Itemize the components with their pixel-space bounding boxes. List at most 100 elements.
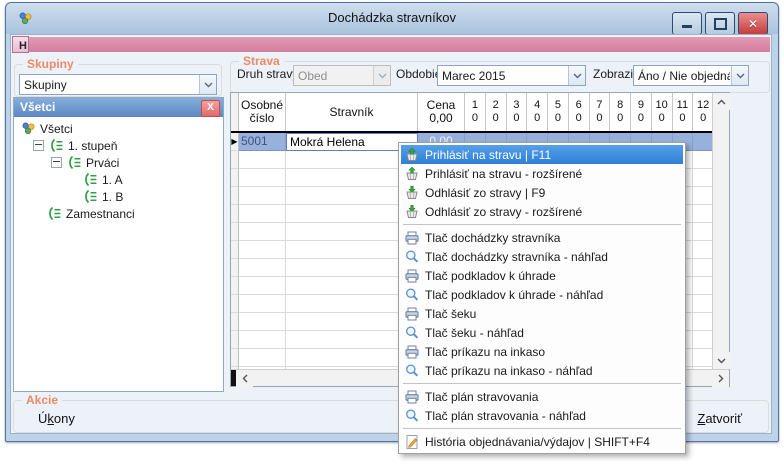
titlebar[interactable]: Dochádzka stravníkov ✕ — [6, 3, 778, 34]
group-icon — [83, 172, 98, 187]
printer-icon — [404, 344, 420, 360]
zobrazit-combo[interactable]: Áno / Nie objedná — [633, 65, 749, 86]
empty-cell[interactable] — [239, 169, 286, 187]
menu-item[interactable]: Tlač dochádzky stravníka - náhľad — [401, 247, 683, 266]
maximize-icon — [714, 18, 727, 30]
context-menu: Prihlásiť na stravu | F11 Prihlásiť na st… — [398, 142, 686, 454]
printer-icon — [404, 306, 420, 322]
menu-item[interactable]: Tlač podkladov k úhrade - náhľad — [401, 285, 683, 304]
column-header-osobne-cislo: Osobnéčíslo — [239, 93, 286, 131]
magnifier-icon — [404, 408, 420, 424]
tree-item-label: Všetci — [40, 122, 73, 136]
empty-cell[interactable] — [239, 241, 286, 259]
collapse-icon[interactable] — [33, 140, 44, 151]
empty-cell[interactable] — [693, 331, 714, 349]
magnifier-icon — [404, 363, 420, 379]
druh-stravy-combo[interactable]: Obed — [293, 65, 391, 86]
column-header-day-1: 10 — [465, 93, 486, 131]
empty-cell[interactable] — [239, 259, 286, 277]
tree-panel: Všetci X Všetci1. stupeňPrváci1. A1. BZa… — [13, 97, 224, 392]
chevron-down-icon[interactable] — [199, 75, 216, 94]
column-header-day-12: 120 — [693, 93, 714, 131]
scroll-up-icon[interactable] — [713, 93, 730, 110]
cell-osobne-cislo[interactable]: 5001 — [239, 133, 286, 151]
empty-cell[interactable] — [693, 295, 714, 313]
close-button[interactable]: ✕ — [738, 12, 768, 35]
tree-item-1-stupe[interactable]: 1. stupeň — [33, 137, 117, 154]
empty-cell[interactable] — [693, 277, 714, 295]
obdobie-label: Obdobie — [396, 67, 441, 81]
empty-cell[interactable] — [693, 313, 714, 331]
menu-item-label: Tlač šeku — [425, 307, 476, 321]
screen: Dochádzka stravníkov ✕ H Skupiny Skupiny — [0, 0, 784, 467]
chevron-down-icon[interactable] — [731, 66, 748, 85]
ukony-button[interactable]: Úkony — [38, 411, 75, 426]
empty-cell[interactable] — [239, 205, 286, 223]
menu-item[interactable]: Tlač dochádzky stravníka — [401, 228, 683, 247]
row-indicator — [231, 277, 239, 295]
menu-item-label: Tlač podkladov k úhrade — [425, 269, 556, 283]
empty-cell[interactable] — [693, 205, 714, 223]
h-toolbar-button[interactable]: H — [12, 36, 29, 53]
empty-cell[interactable] — [693, 349, 714, 367]
empty-cell[interactable] — [239, 223, 286, 241]
empty-cell[interactable] — [239, 331, 286, 349]
menu-item[interactable]: Tlač šeku - náhľad — [401, 323, 683, 342]
empty-cell[interactable] — [693, 187, 714, 205]
scroll-down-icon[interactable] — [713, 352, 730, 369]
empty-cell[interactable] — [693, 151, 714, 169]
tree-item-v-etci[interactable]: Všetci — [21, 120, 73, 137]
row-indicator — [231, 349, 239, 367]
printer-icon — [404, 268, 420, 284]
tree-item-zamestnanci[interactable]: Zamestnanci — [47, 205, 135, 222]
empty-cell[interactable] — [239, 349, 286, 367]
groups-combo-value: Skupiny — [24, 78, 198, 92]
header-separator — [231, 131, 714, 133]
menu-item[interactable]: Tlač príkazu na inkaso — [401, 342, 683, 361]
minimize-button[interactable] — [672, 12, 702, 35]
zatvorit-button[interactable]: Zatvoriť — [697, 411, 742, 426]
empty-cell[interactable] — [693, 169, 714, 187]
menu-item-label: Prihlásiť na stravu | F11 — [425, 148, 551, 162]
empty-cell[interactable] — [239, 151, 286, 169]
menu-item[interactable]: Tlač podkladov k úhrade — [401, 266, 683, 285]
empty-cell[interactable] — [693, 223, 714, 241]
scroll-right-icon[interactable] — [712, 370, 729, 387]
basket-out-icon — [404, 185, 420, 201]
menu-item[interactable]: Tlač príkazu na inkaso - náhľad — [401, 361, 683, 380]
zobrazit-label: Zobraziť — [593, 67, 638, 81]
vertical-scrollbar[interactable] — [712, 93, 729, 369]
row-indicator — [231, 295, 239, 313]
empty-cell[interactable] — [693, 259, 714, 277]
scroll-left-icon[interactable] — [236, 370, 253, 387]
groups-combo[interactable]: Skupiny — [19, 74, 217, 95]
menu-item[interactable]: Tlač plán stravovania — [401, 387, 683, 406]
grid-corner — [231, 93, 239, 131]
chevron-down-icon[interactable] — [373, 66, 390, 85]
row-indicator — [231, 205, 239, 223]
menu-item-label: Tlač šeku - náhľad — [425, 326, 524, 340]
menu-item[interactable]: História objednávania/výdajov | SHIFT+F4 — [401, 432, 683, 451]
menu-item[interactable]: Prihlásiť na stravu - rozšírené — [401, 164, 683, 183]
tree-item-1-b[interactable]: 1. B — [83, 188, 123, 205]
tree-item-1-a[interactable]: 1. A — [83, 171, 123, 188]
cell-day[interactable] — [693, 133, 714, 151]
empty-cell[interactable] — [239, 313, 286, 331]
menu-item[interactable]: Tlač plán stravovania - náhľad — [401, 406, 683, 425]
empty-cell[interactable] — [239, 187, 286, 205]
empty-cell[interactable] — [239, 277, 286, 295]
collapse-icon[interactable] — [51, 157, 62, 168]
row-indicator — [231, 187, 239, 205]
maximize-button[interactable] — [705, 12, 735, 35]
menu-item[interactable]: Tlač šeku — [401, 304, 683, 323]
obdobie-combo[interactable]: Marec 2015 — [437, 65, 586, 86]
close-panel-icon[interactable]: X — [201, 100, 220, 117]
chevron-down-icon[interactable] — [568, 66, 585, 85]
menu-item[interactable]: Prihlásiť na stravu | F11 — [401, 145, 683, 164]
empty-cell[interactable] — [239, 295, 286, 313]
tree-item-prv-ci[interactable]: Prváci — [51, 154, 119, 171]
empty-cell[interactable] — [693, 241, 714, 259]
menu-item[interactable]: Odhlásiť zo stravy - rozšírené — [401, 202, 683, 221]
menu-item[interactable]: Odhlásiť zo stravy | F9 — [401, 183, 683, 202]
column-header-day-2: 20 — [486, 93, 507, 131]
